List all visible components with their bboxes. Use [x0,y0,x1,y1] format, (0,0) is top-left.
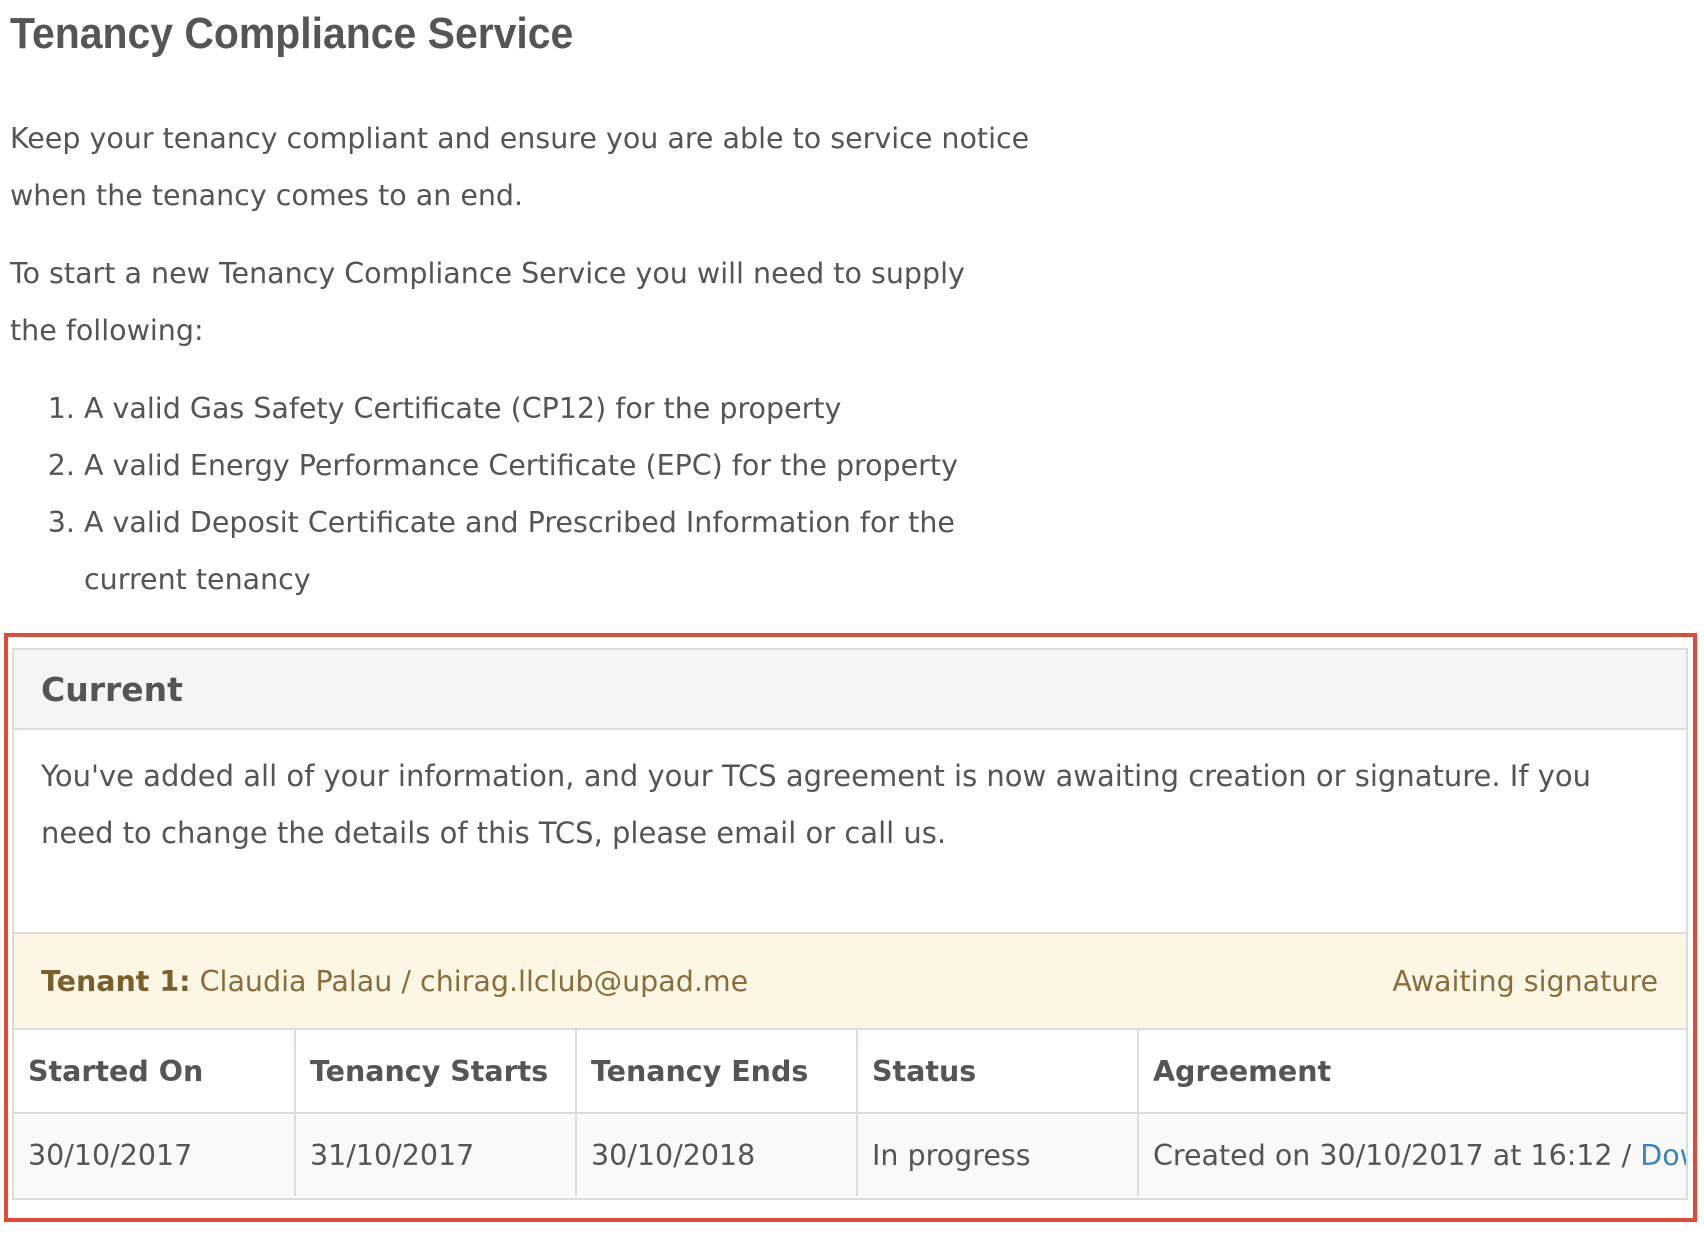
table-header-row: Started On Tenancy Starts Tenancy Ends S… [14,1030,1686,1114]
intro-section: Keep your tenancy compliant and ensure y… [10,110,1110,608]
requirements-list: A valid Gas Safety Certificate (CP12) fo… [10,380,1064,608]
tenant-details: Claudia Palau / chirag.llclub@upad.me [199,964,749,998]
tenant-info: Tenant 1: Claudia Palau / chirag.llclub@… [41,965,748,998]
intro-paragraph: Keep your tenancy compliant and ensure y… [10,122,1030,212]
cell-tenancy-ends: 30/10/2018 [576,1113,858,1196]
column-header-agreement: Agreement [1138,1030,1686,1114]
cell-started-on: 30/10/2017 [14,1113,296,1196]
status-message: You've added all of your information, an… [41,759,1592,850]
panel-heading: Current [14,650,1686,730]
download-link[interactable]: Download [1640,1139,1686,1172]
cell-tenancy-starts: 31/10/2017 [295,1113,577,1196]
cell-status: In progress [857,1113,1139,1196]
page-title: Tenancy Compliance Service [10,9,574,58]
column-header-started-on: Started On [14,1030,296,1114]
column-header-tenancy-starts: Tenancy Starts [295,1030,577,1114]
column-header-tenancy-ends: Tenancy Ends [576,1030,858,1114]
table-row: 30/10/2017 31/10/2017 30/10/2018 In prog… [14,1113,1686,1196]
cell-agreement: Created on 30/10/2017 at 16:12 / Downloa… [1138,1113,1686,1196]
requirement-item: A valid Deposit Certificate and Prescrib… [84,494,1064,608]
tcs-table: Started On Tenancy Starts Tenancy Ends S… [14,1030,1686,1196]
requirements-intro: To start a new Tenancy Compliance Servic… [10,257,965,347]
tenant-label: Tenant 1: [41,964,191,998]
tenant-row: Tenant 1: Claudia Palau / chirag.llclub@… [14,934,1686,1030]
agreement-text: Created on 30/10/2017 at 16:12 / [1153,1138,1641,1172]
tenant-status: Awaiting signature [1392,964,1658,998]
panel-body: You've added all of your information, an… [14,730,1686,934]
current-tcs-panel: Current You've added all of your informa… [12,648,1688,1200]
column-header-status: Status [857,1030,1139,1114]
panel-title: Current [41,669,183,709]
requirement-item: A valid Gas Safety Certificate (CP12) fo… [84,380,1064,437]
requirement-item: A valid Energy Performance Certificate (… [84,437,1064,494]
